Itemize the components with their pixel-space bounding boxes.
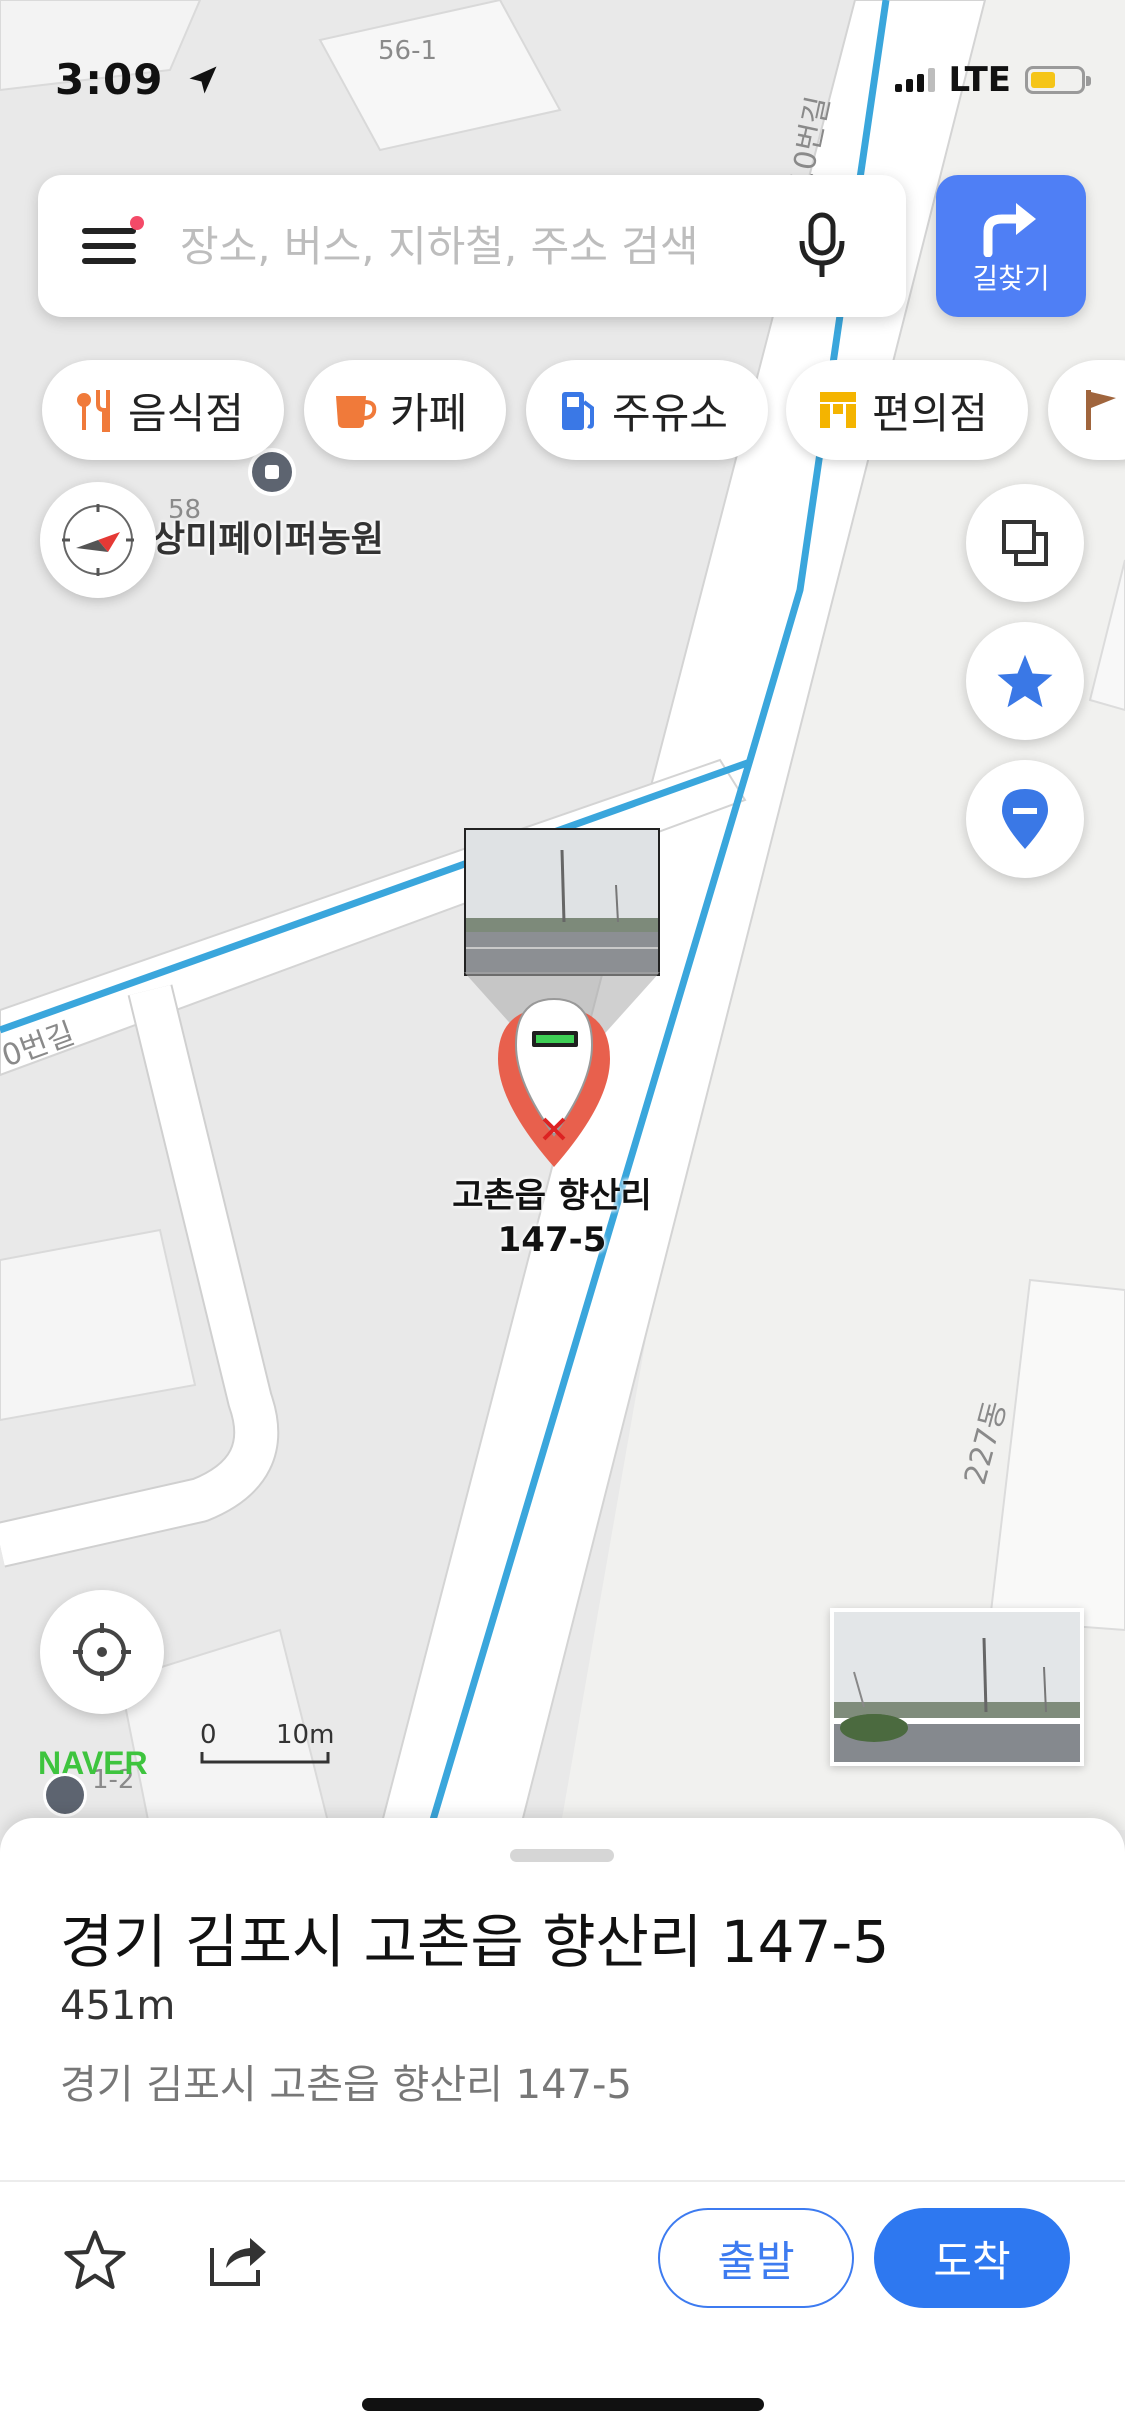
microphone-icon[interactable] [792, 211, 852, 281]
star-icon [997, 654, 1053, 708]
scale-zero: 0 [200, 1720, 217, 1750]
directions-arrow-icon [983, 203, 1036, 257]
category-label: 주유소 [612, 388, 728, 438]
category-label: 편의점 [872, 388, 988, 438]
marker-toggle-button[interactable] [966, 760, 1084, 878]
battery-icon [1025, 66, 1091, 94]
signal-icon [894, 68, 935, 92]
cafe-icon [334, 388, 378, 432]
layers-button[interactable] [966, 484, 1084, 602]
restaurant-icon [72, 388, 116, 432]
search-input[interactable] [178, 220, 782, 272]
category-label: 카페 [390, 388, 468, 438]
streetview-photo-image [834, 1612, 1080, 1762]
time-text: 3:09 [55, 55, 164, 104]
location-pin-icon[interactable] [490, 995, 618, 1170]
save-star-icon[interactable] [62, 2228, 128, 2292]
pin-label-line2: 147-5 [497, 1220, 607, 1260]
home-indicator[interactable] [362, 2398, 764, 2411]
my-location-button[interactable] [40, 1590, 164, 1714]
pin-label: 고촌읍 향산리 147-5 [432, 1174, 672, 1262]
naver-logo: NAVER [38, 1745, 148, 1781]
building-label: 56-1 [378, 36, 438, 66]
streetview-thumbnail-image [466, 830, 658, 974]
category-convenience-store[interactable]: 편의점 [786, 360, 1028, 460]
pin-label-line1: 고촌읍 향산리 [452, 1176, 652, 1216]
place-distance: 451m [60, 1983, 176, 2029]
sheet-drag-handle[interactable] [510, 1849, 614, 1862]
crosshair-icon [73, 1623, 131, 1681]
compass-button[interactable] [40, 482, 156, 598]
share-icon[interactable] [208, 2230, 270, 2288]
status-indicators: LTE [894, 60, 1091, 100]
notification-dot [130, 216, 144, 230]
streetview-photo-button[interactable] [830, 1608, 1084, 1766]
network-label: LTE [948, 60, 1011, 100]
location-arrow-icon [189, 66, 217, 94]
category-restaurant[interactable]: 음식점 [42, 360, 284, 460]
streetview-preview[interactable] [464, 828, 660, 976]
search-bar[interactable] [38, 175, 906, 317]
favorites-button[interactable] [966, 622, 1084, 740]
flag-icon [1078, 388, 1122, 432]
status-time: 3:09 [55, 55, 221, 104]
directions-label: 길찾기 [972, 262, 1050, 295]
category-gas-station[interactable]: 주유소 [526, 360, 768, 460]
building-small-icon [46, 1776, 84, 1814]
location-pin-minus-icon [1002, 789, 1048, 849]
arrive-button[interactable]: 도착 [874, 2208, 1070, 2308]
map-scale: 0 10m [200, 1720, 334, 1770]
poi-label[interactable]: 상미페이퍼농원 [152, 510, 384, 562]
depart-button[interactable]: 출발 [658, 2208, 854, 2308]
gas-station-icon [556, 388, 600, 432]
compass-icon [62, 504, 134, 576]
place-address: 경기 김포시 고촌읍 향산리 147-5 [60, 2062, 632, 2108]
layers-icon [1002, 520, 1048, 566]
sheet-divider [0, 2180, 1125, 2182]
category-label: 음식점 [128, 388, 244, 438]
directions-button[interactable]: 길찾기 [936, 175, 1086, 317]
convenience-store-icon [816, 388, 860, 432]
menu-icon[interactable] [82, 216, 144, 268]
category-cafe[interactable]: 카페 [304, 360, 506, 460]
poi-dot-icon[interactable] [252, 452, 292, 492]
scale-value: 10m [276, 1720, 335, 1750]
place-title: 경기 김포시 고촌읍 향산리 147-5 [60, 1908, 890, 1976]
